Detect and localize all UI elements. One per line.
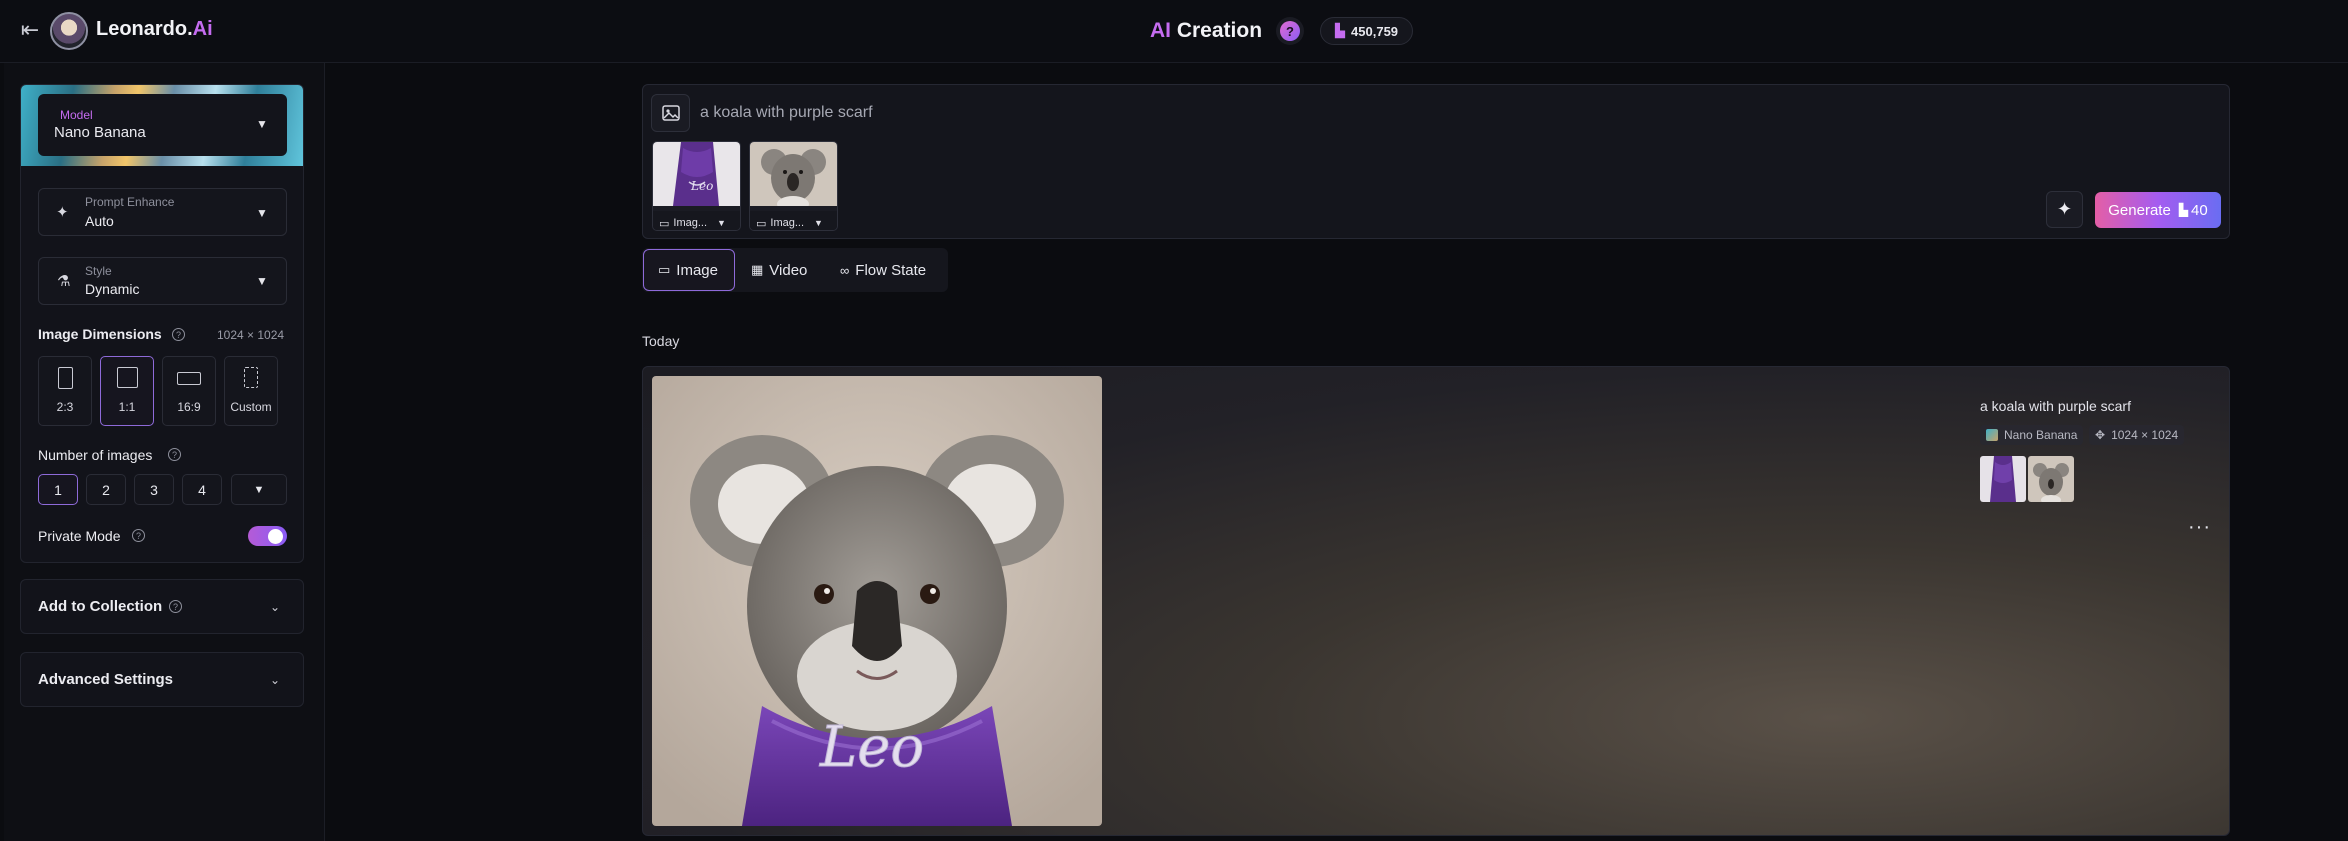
model-value: Nano Banana (54, 124, 146, 141)
reference-image-1[interactable]: Leo ▭ Imag... ▼ (652, 141, 741, 231)
style-select[interactable] (38, 257, 287, 305)
portrait-icon (58, 367, 73, 389)
caret-down-icon: ▼ (256, 274, 268, 288)
svg-text:Leo: Leo (690, 179, 713, 193)
image-icon (661, 105, 680, 121)
advanced-settings-title: Advanced Settings (38, 671, 174, 688)
caret-down-icon: ▼ (717, 218, 726, 228)
model-label: Model (60, 108, 93, 122)
prompt-input[interactable] (700, 100, 2000, 126)
result-reference-2[interactable] (2028, 456, 2074, 502)
info-icon[interactable]: ? (172, 328, 185, 341)
scarf-reference-image: Leo (653, 142, 740, 206)
generate-cost: ▙ 40 (2178, 201, 2208, 219)
image-icon: ▭ (756, 217, 767, 230)
koala-reference-image (750, 142, 837, 212)
dimensions-title: Image Dimensions (38, 326, 162, 342)
page-title: AI Creation (1150, 19, 1263, 42)
caret-down-icon: ▼ (256, 206, 268, 220)
scarf-text: Leo (819, 715, 924, 780)
generate-label: Generate (2108, 201, 2171, 219)
reference-label: Imag... (770, 217, 805, 229)
brand-avatar[interactable] (50, 12, 88, 50)
move-icon: ✥ (2095, 428, 2106, 442)
private-mode-label: Private Mode (38, 528, 121, 544)
token-icon: ▙ (1335, 23, 1346, 38)
chevron-down-icon: ⌄ (270, 673, 281, 687)
model-tag: Nano Banana (1980, 425, 2084, 445)
tab-video[interactable]: ▦ Video (737, 249, 825, 291)
size-tag: ✥ 1024 × 1024 (2089, 425, 2185, 445)
token-count: 450,759 (1351, 23, 1399, 39)
add-image-button[interactable] (651, 94, 690, 132)
landscape-icon (177, 372, 201, 385)
help-button[interactable]: ? (1276, 17, 1305, 45)
generate-button[interactable]: Generate ▙ 40 (2095, 192, 2221, 228)
sparkle-icon: ✦ (2056, 199, 2073, 219)
square-icon (117, 367, 138, 388)
caret-down-icon: ▼ (256, 117, 268, 131)
tab-flow-state[interactable]: ∞ Flow State (826, 249, 946, 291)
reference-label: Imag... (673, 217, 708, 229)
aspect-label: 2:3 (56, 400, 74, 414)
image-icon: ▭ (658, 262, 671, 277)
toggle-knob (268, 529, 283, 544)
title-group: AI Creation ? ▙ 450,759 (1150, 16, 1414, 46)
prompt-enhance-label: Prompt Enhance (85, 195, 175, 209)
image-icon: ▭ (659, 217, 670, 230)
aspect-16-9-button[interactable] (162, 356, 216, 426)
link-icon: ∞ (840, 262, 850, 278)
prompt-enhance-value: Auto (85, 213, 114, 229)
more-options-icon[interactable]: ··· (2188, 516, 2211, 539)
token-icon: ▙ (2178, 203, 2189, 217)
help-icon: ? (1280, 21, 1301, 41)
collapse-sidebar-icon[interactable]: ⇤ (14, 16, 46, 44)
count-option-4[interactable]: 4 (182, 474, 222, 505)
token-balance[interactable]: ▙ 450,759 (1320, 17, 1414, 45)
result-reference-1[interactable] (1980, 456, 2026, 502)
info-icon[interactable]: ? (168, 448, 181, 461)
reference-type-dropdown[interactable]: ▭ Imag... ▼ (653, 211, 740, 230)
add-to-collection-title: Add to Collection (38, 598, 163, 615)
scarf-thumbnail (1980, 456, 2026, 502)
chevron-down-icon: ⌄ (270, 600, 281, 614)
info-icon[interactable]: ? (169, 600, 182, 613)
sparkle-icon: ✦ (56, 204, 69, 221)
dimensions-value: 1024 × 1024 (217, 328, 285, 342)
flask-icon: ⚗ (57, 273, 71, 290)
custom-size-icon (244, 367, 258, 388)
count-more-dropdown[interactable]: ▼ (231, 474, 287, 505)
number-of-images-title: Number of images (38, 447, 153, 463)
info-icon[interactable]: ? (132, 529, 145, 542)
count-option-3[interactable]: 3 (134, 474, 174, 505)
koala-image: Leo (652, 376, 1102, 826)
section-heading: Today (642, 333, 680, 349)
generated-image[interactable]: Leo (652, 376, 1102, 826)
style-value: Dynamic (85, 281, 140, 297)
enhance-prompt-button[interactable]: ✦ (2046, 191, 2083, 228)
reference-image-2[interactable]: ▭ Imag... ▼ (749, 141, 838, 231)
video-icon: ▦ (751, 262, 764, 277)
result-prompt: a koala with purple scarf (1980, 398, 2131, 414)
koala-thumbnail (2028, 456, 2074, 502)
brand-name[interactable]: Leonardo.Ai (96, 18, 213, 41)
aspect-label: 16:9 (177, 400, 201, 414)
count-option-2[interactable]: 2 (86, 474, 126, 505)
model-thumb-icon (1986, 429, 1998, 441)
caret-down-icon: ▼ (814, 218, 823, 228)
tab-image[interactable]: ▭ Image (643, 249, 735, 291)
aspect-label: 1:1 (118, 400, 136, 414)
aspect-label: Custom (230, 400, 272, 414)
reference-type-dropdown[interactable]: ▭ Imag... ▼ (750, 211, 837, 230)
style-label: Style (85, 264, 112, 278)
count-option-1[interactable]: 1 (38, 474, 78, 505)
